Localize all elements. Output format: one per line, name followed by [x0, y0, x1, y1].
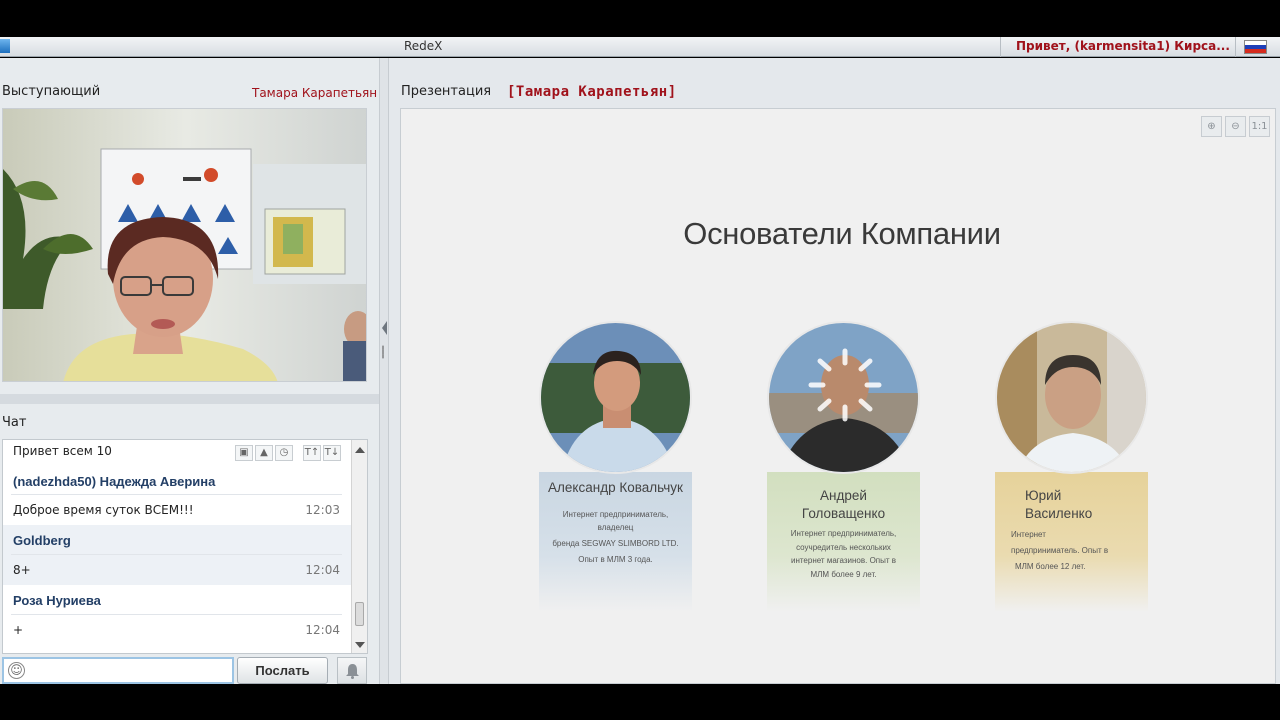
- bio-line: соучредитель нескольких: [796, 542, 891, 552]
- founder-bio: Интернет предприниматель, соучредитель н…: [767, 527, 920, 581]
- user-greeting-link[interactable]: Привет, (karmensita1) Кирса...: [1000, 37, 1236, 57]
- speaker-name: Тамара Карапетьян: [252, 86, 378, 100]
- founder-photo: [995, 321, 1148, 474]
- language-flag-icon[interactable]: [1244, 40, 1267, 54]
- bio-line: бренда SEGWAY SLIMBORD LTD.: [552, 539, 679, 548]
- image-icon[interactable]: ▣: [235, 445, 253, 461]
- chat-author-row: (nadezhda50) Надежда Аверина: [3, 467, 352, 495]
- chat-message-row: 8+ 12:04: [3, 555, 352, 585]
- toolbar-separator: [295, 445, 301, 461]
- chat-author-row: Роза Нуриева: [3, 585, 352, 615]
- window-titlebar: RedeX Привет, (karmensita1) Кирса...: [0, 37, 1280, 57]
- founder-photo: [539, 321, 692, 474]
- chat-message-text: Доброе время суток ВСЕМ!!!: [13, 503, 194, 517]
- scroll-thumb[interactable]: [355, 602, 364, 626]
- bio-line: МЛМ более 9 лет.: [810, 569, 877, 579]
- chat-timestamp: 12:04: [305, 623, 340, 637]
- left-column: Выступающий Тамара Карапетьян Чат Привет…: [0, 58, 379, 684]
- chat-message-text: +: [13, 623, 24, 637]
- chat-message-text: Привет всем 10: [13, 444, 112, 458]
- founder-first-name: Андрей: [820, 488, 867, 503]
- left-divider: [0, 394, 379, 404]
- chat-message-input[interactable]: [30, 661, 230, 680]
- chat-timestamp: 12:04: [305, 563, 340, 577]
- chat-message-row: Доброе время суток ВСЕМ!!! 12:03: [3, 495, 352, 525]
- webcam-frame: [3, 109, 366, 381]
- slide-heading: Основатели Компании: [683, 216, 1001, 251]
- bio-line: владелец: [597, 523, 634, 532]
- founder-last-name: Василенко: [1025, 506, 1093, 521]
- notification-bell-button[interactable]: [337, 657, 367, 684]
- scroll-up-arrow-icon[interactable]: [355, 447, 365, 453]
- webinar-room: Выступающий Тамара Карапетьян Чат Привет…: [0, 58, 1280, 684]
- scroll-down-arrow-icon[interactable]: [355, 642, 365, 648]
- bio-line: Интернет: [1011, 530, 1046, 539]
- chat-author[interactable]: Goldberg: [13, 533, 71, 548]
- bio-line: интернет магазинов. Опыт в: [790, 556, 897, 565]
- chat-panel-title: Чат: [2, 415, 27, 430]
- chat-author-row: Goldberg: [3, 525, 352, 555]
- collapse-left-arrow-icon[interactable]: [382, 321, 387, 335]
- text-size-down-icon[interactable]: T↓: [323, 445, 341, 461]
- founder-last-name: Головащенко: [801, 506, 886, 521]
- actual-size-icon[interactable]: 1:1: [1249, 116, 1270, 137]
- founder-first-name: Юрий: [1025, 488, 1062, 503]
- chat-log[interactable]: Привет всем 10 ▣ ▲ ◷ T↑ T↓ (nadezhda50) …: [2, 439, 368, 654]
- presentation-presenter: [Тамара Карапетьян]: [507, 84, 677, 100]
- chat-author[interactable]: (nadezhda50) Надежда Аверина: [13, 474, 215, 489]
- zoom-in-icon[interactable]: ⊕: [1201, 116, 1222, 137]
- zoom-out-icon[interactable]: ⊖: [1225, 116, 1246, 137]
- bio-line: МЛМ более 12 лет.: [1015, 562, 1086, 571]
- alert-icon[interactable]: ▲: [255, 445, 273, 461]
- presentation-panel: Презентация [Тамара Карапетьян] ⊕ ⊖ 1:1 …: [389, 58, 1280, 684]
- founder-bio: Интернет предприниматель, владелец бренд…: [539, 508, 692, 566]
- speaker-video[interactable]: [2, 108, 367, 382]
- clock-icon[interactable]: ◷: [275, 445, 293, 461]
- zoom-toolbar: ⊕ ⊖ 1:1: [1201, 116, 1270, 137]
- panel-splitter[interactable]: ═══: [379, 58, 389, 684]
- bio-line: Интернет предприниматель,: [790, 529, 897, 538]
- bell-icon: [346, 664, 359, 679]
- slide-viewer[interactable]: ⊕ ⊖ 1:1 Основатели Компании Александр Ко…: [400, 108, 1276, 684]
- app-corner-icon: [0, 39, 10, 53]
- send-button[interactable]: Послать: [237, 657, 328, 684]
- text-size-up-icon[interactable]: T↑: [303, 445, 321, 461]
- speaker-panel-title: Выступающий: [2, 84, 101, 99]
- bio-line: предприниматель. Опыт в: [1011, 546, 1109, 555]
- presentation-title: Презентация: [401, 84, 492, 99]
- founder-photo: [767, 321, 920, 474]
- emoji-icon[interactable]: ☺: [8, 662, 25, 679]
- founder-name: Александр Ковальчук: [548, 480, 683, 495]
- bio-line: Интернет предприниматель,: [562, 510, 669, 519]
- founder-name: Андрей Головащенко: [767, 487, 920, 523]
- chat-scrollbar[interactable]: [351, 440, 367, 653]
- chat-message-text: 8+: [13, 563, 31, 577]
- chat-timestamp: 12:03: [305, 503, 340, 517]
- splitter-grip-icon: ═══: [379, 345, 388, 359]
- chat-input-box[interactable]: ☺: [2, 657, 234, 684]
- bio-line: Опыт в МЛМ 3 года.: [578, 555, 653, 564]
- chat-author[interactable]: Роза Нуриева: [13, 593, 101, 608]
- founder-name: Юрий Василенко: [995, 487, 1148, 523]
- app-title: RedeX: [404, 39, 443, 53]
- chat-toolbar: ▣ ▲ ◷ T↑ T↓: [235, 445, 341, 461]
- chat-message-row: + 12:04: [3, 615, 352, 645]
- founder-bio: Интернет предприниматель. Опыт в МЛМ бол…: [1011, 527, 1148, 575]
